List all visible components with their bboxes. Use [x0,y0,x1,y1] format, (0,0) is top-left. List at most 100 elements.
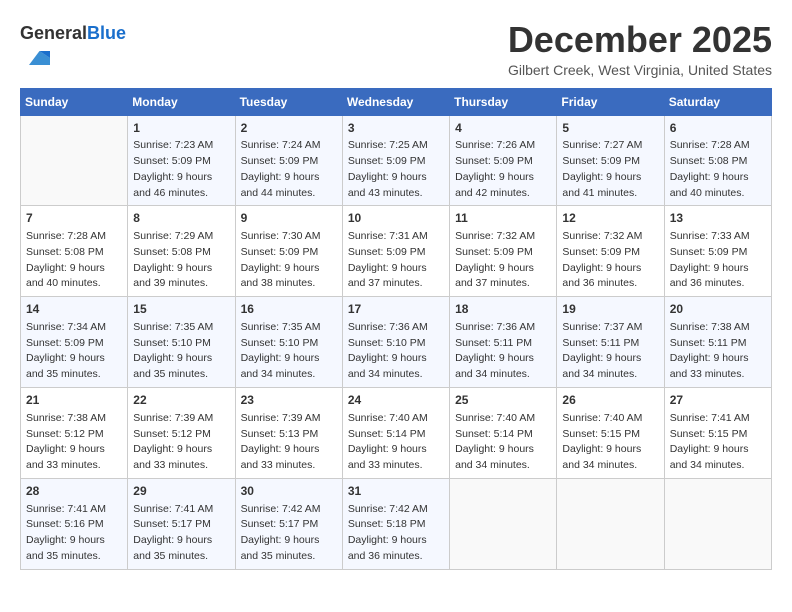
calendar-day-cell: 14 Sunrise: 7:34 AMSunset: 5:09 PMDayligh… [21,297,128,388]
calendar-week-row: 1Sunrise: 7:23 AMSunset: 5:09 PMDaylight… [21,115,772,206]
day-info: Sunrise: 7:33 AMSunset: 5:09 PMDaylight:… [670,229,766,292]
calendar-day-cell: 10Sunrise: 7:31 AMSunset: 5:09 PMDayligh… [342,206,449,297]
day-info: Sunrise: 7:36 AMSunset: 5:11 PMDaylight:… [455,320,551,383]
calendar-day-cell: 9 Sunrise: 7:30 AMSunset: 5:09 PMDaylight… [235,206,342,297]
day-number: 2 [241,120,337,137]
day-info: Sunrise: 7:40 AMSunset: 5:15 PMDaylight:… [562,411,658,474]
logo-blue-text: Blue [87,23,126,43]
day-info: Sunrise: 7:32 AMSunset: 5:09 PMDaylight:… [455,229,551,292]
calendar-day-cell: 16 Sunrise: 7:35 AMSunset: 5:10 PMDayligh… [235,297,342,388]
day-number: 27 [670,392,766,409]
calendar-day-cell: 7 Sunrise: 7:28 AMSunset: 5:08 PMDaylight… [21,206,128,297]
day-info: Sunrise: 7:41 AMSunset: 5:16 PMDaylight:… [26,502,122,565]
day-info: Sunrise: 7:41 AMSunset: 5:15 PMDaylight:… [670,411,766,474]
calendar-day-cell [450,478,557,569]
day-number: 15 [133,301,229,318]
calendar-day-cell: 23 Sunrise: 7:39 AMSunset: 5:13 PMDayligh… [235,387,342,478]
day-info: Sunrise: 7:27 AMSunset: 5:09 PMDaylight:… [562,138,658,201]
header-monday: Monday [128,88,235,115]
day-number: 24 [348,392,444,409]
day-info: Sunrise: 7:29 AMSunset: 5:08 PMDaylight:… [133,229,229,292]
day-info: Sunrise: 7:42 AMSunset: 5:18 PMDaylight:… [348,502,444,565]
calendar-day-cell: 2Sunrise: 7:24 AMSunset: 5:09 PMDaylight… [235,115,342,206]
calendar-header-row: Sunday Monday Tuesday Wednesday Thursday… [21,88,772,115]
day-number: 1 [133,120,229,137]
day-info: Sunrise: 7:39 AMSunset: 5:13 PMDaylight:… [241,411,337,474]
calendar-day-cell [557,478,664,569]
calendar-day-cell: 22Sunrise: 7:39 AMSunset: 5:12 PMDayligh… [128,387,235,478]
calendar-week-row: 28 Sunrise: 7:41 AMSunset: 5:16 PMDayligh… [21,478,772,569]
day-number: 29 [133,483,229,500]
day-number: 9 [241,210,337,227]
calendar-day-cell: 28 Sunrise: 7:41 AMSunset: 5:16 PMDayligh… [21,478,128,569]
day-number: 28 [26,483,122,500]
calendar-day-cell: 19Sunrise: 7:37 AMSunset: 5:11 PMDayligh… [557,297,664,388]
calendar-week-row: 14 Sunrise: 7:34 AMSunset: 5:09 PMDayligh… [21,297,772,388]
day-info: Sunrise: 7:39 AMSunset: 5:12 PMDaylight:… [133,411,229,474]
day-info: Sunrise: 7:41 AMSunset: 5:17 PMDaylight:… [133,502,229,565]
day-number: 12 [562,210,658,227]
day-number: 6 [670,120,766,137]
calendar-day-cell: 15 Sunrise: 7:35 AMSunset: 5:10 PMDayligh… [128,297,235,388]
calendar-day-cell: 21 Sunrise: 7:38 AMSunset: 5:12 PMDayligh… [21,387,128,478]
logo: GeneralBlue [20,24,126,77]
day-info: Sunrise: 7:23 AMSunset: 5:09 PMDaylight:… [133,138,229,201]
day-info: Sunrise: 7:42 AMSunset: 5:17 PMDaylight:… [241,502,337,565]
day-info: Sunrise: 7:40 AMSunset: 5:14 PMDaylight:… [455,411,551,474]
header-sunday: Sunday [21,88,128,115]
calendar-day-cell: 30 Sunrise: 7:42 AMSunset: 5:17 PMDayligh… [235,478,342,569]
day-info: Sunrise: 7:30 AMSunset: 5:09 PMDaylight:… [241,229,337,292]
calendar-day-cell: 4Sunrise: 7:26 AMSunset: 5:09 PMDaylight… [450,115,557,206]
day-info: Sunrise: 7:37 AMSunset: 5:11 PMDaylight:… [562,320,658,383]
day-number: 8 [133,210,229,227]
header-friday: Friday [557,88,664,115]
day-info: Sunrise: 7:34 AMSunset: 5:09 PMDaylight:… [26,320,122,383]
day-info: Sunrise: 7:26 AMSunset: 5:09 PMDaylight:… [455,138,551,201]
header-saturday: Saturday [664,88,771,115]
calendar-day-cell: 12 Sunrise: 7:32 AMSunset: 5:09 PMDayligh… [557,206,664,297]
page-header: GeneralBlue December 2025 Gilbert Creek,… [20,20,772,78]
day-info: Sunrise: 7:38 AMSunset: 5:12 PMDaylight:… [26,411,122,474]
logo-icon [22,44,50,72]
calendar-day-cell: 20Sunrise: 7:38 AMSunset: 5:11 PMDayligh… [664,297,771,388]
day-number: 17 [348,301,444,318]
calendar-day-cell: 17Sunrise: 7:36 AMSunset: 5:10 PMDayligh… [342,297,449,388]
day-number: 13 [670,210,766,227]
calendar-week-row: 7 Sunrise: 7:28 AMSunset: 5:08 PMDaylight… [21,206,772,297]
calendar-week-row: 21 Sunrise: 7:38 AMSunset: 5:12 PMDayligh… [21,387,772,478]
day-number: 3 [348,120,444,137]
day-info: Sunrise: 7:25 AMSunset: 5:09 PMDaylight:… [348,138,444,201]
day-number: 10 [348,210,444,227]
calendar-day-cell: 11 Sunrise: 7:32 AMSunset: 5:09 PMDayligh… [450,206,557,297]
day-number: 26 [562,392,658,409]
calendar-day-cell: 31Sunrise: 7:42 AMSunset: 5:18 PMDayligh… [342,478,449,569]
day-number: 16 [241,301,337,318]
calendar-day-cell: 5Sunrise: 7:27 AMSunset: 5:09 PMDaylight… [557,115,664,206]
day-info: Sunrise: 7:35 AMSunset: 5:10 PMDaylight:… [241,320,337,383]
day-number: 7 [26,210,122,227]
header-wednesday: Wednesday [342,88,449,115]
day-info: Sunrise: 7:32 AMSunset: 5:09 PMDaylight:… [562,229,658,292]
day-number: 25 [455,392,551,409]
day-info: Sunrise: 7:40 AMSunset: 5:14 PMDaylight:… [348,411,444,474]
day-info: Sunrise: 7:35 AMSunset: 5:10 PMDaylight:… [133,320,229,383]
calendar-day-cell: 26 Sunrise: 7:40 AMSunset: 5:15 PMDayligh… [557,387,664,478]
header-thursday: Thursday [450,88,557,115]
day-number: 11 [455,210,551,227]
calendar-table: Sunday Monday Tuesday Wednesday Thursday… [20,88,772,570]
day-info: Sunrise: 7:38 AMSunset: 5:11 PMDaylight:… [670,320,766,383]
day-number: 21 [26,392,122,409]
day-info: Sunrise: 7:28 AMSunset: 5:08 PMDaylight:… [670,138,766,201]
calendar-day-cell [664,478,771,569]
calendar-day-cell: 3Sunrise: 7:25 AMSunset: 5:09 PMDaylight… [342,115,449,206]
day-number: 14 [26,301,122,318]
calendar-day-cell: 6Sunrise: 7:28 AMSunset: 5:08 PMDaylight… [664,115,771,206]
day-info: Sunrise: 7:24 AMSunset: 5:09 PMDaylight:… [241,138,337,201]
header-tuesday: Tuesday [235,88,342,115]
calendar-day-cell: 13 Sunrise: 7:33 AMSunset: 5:09 PMDayligh… [664,206,771,297]
day-number: 30 [241,483,337,500]
title-block: December 2025 Gilbert Creek, West Virgin… [508,20,772,78]
day-info: Sunrise: 7:28 AMSunset: 5:08 PMDaylight:… [26,229,122,292]
logo-general-text: General [20,23,87,43]
day-number: 23 [241,392,337,409]
